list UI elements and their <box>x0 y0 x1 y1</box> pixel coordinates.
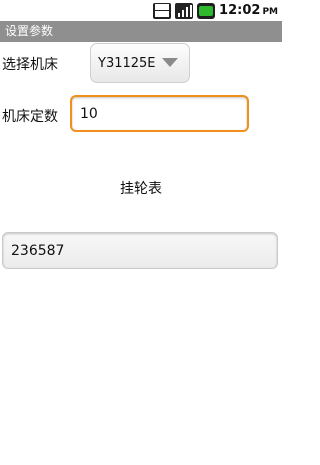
signal-icon <box>175 2 194 19</box>
battery-icon <box>197 2 216 19</box>
gear-table-label: 挂轮表 <box>120 181 162 197</box>
result-field-value: 236587 <box>11 242 65 259</box>
constant-input[interactable]: 10 <box>70 95 249 132</box>
result-field[interactable]: 236587 <box>2 232 278 269</box>
status-bar: 12:02 PM <box>0 0 282 21</box>
constant-input-value: 10 <box>80 105 98 122</box>
page-title: 设置参数 <box>5 24 54 38</box>
time-ampm: PM <box>262 7 278 17</box>
machine-select[interactable]: Y31125E <box>90 43 190 83</box>
status-icons: 12:02 PM <box>153 2 278 19</box>
constant-label: 机床定数 <box>2 109 58 125</box>
status-time: 12:02 PM <box>219 3 278 18</box>
title-bar: 设置参数 <box>0 21 282 42</box>
time-value: 12:02 <box>219 3 261 18</box>
machine-select-value: Y31125E <box>98 56 156 71</box>
machine-label: 选择机床 <box>2 57 58 73</box>
chevron-down-icon <box>162 58 178 67</box>
network-3g-icon <box>153 2 172 19</box>
